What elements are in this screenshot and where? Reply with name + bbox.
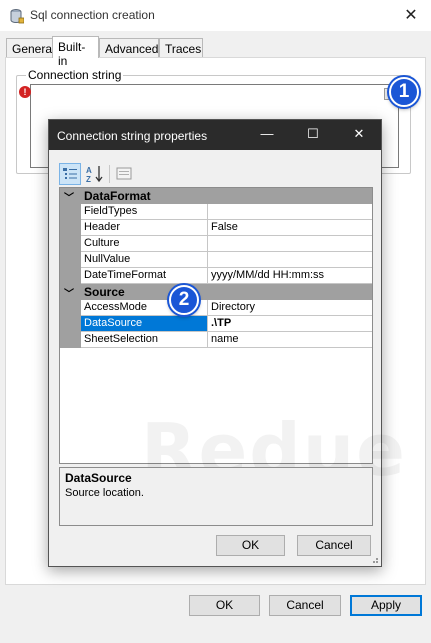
property-name: FieldTypes xyxy=(81,204,208,220)
cancel-button[interactable]: Cancel xyxy=(269,595,341,616)
dialog-ok-button[interactable]: OK xyxy=(216,535,285,556)
tab-general[interactable]: General xyxy=(6,38,55,58)
property-row[interactable]: Header False xyxy=(60,220,372,236)
property-name: NullValue xyxy=(81,252,208,268)
dialog-title: Connection string properties xyxy=(57,129,208,143)
property-name: DataSource xyxy=(81,316,208,332)
dialog-maximize-button[interactable]: ☐ xyxy=(306,126,320,142)
property-name: Culture xyxy=(81,236,208,252)
tab-traces[interactable]: Traces xyxy=(159,38,203,58)
row-gutter xyxy=(60,236,81,252)
alphabetical-view-button[interactable]: A Z xyxy=(84,163,106,185)
property-name: DateTimeFormat xyxy=(81,268,208,284)
row-gutter xyxy=(60,252,81,268)
resize-grip-icon[interactable] xyxy=(370,555,379,564)
step-badge-1: 1 xyxy=(389,77,419,107)
property-value[interactable]: False xyxy=(208,220,372,236)
categorized-view-button[interactable] xyxy=(59,163,81,185)
property-row-selected[interactable]: DataSource .\TP xyxy=(60,316,372,332)
error-icon: ! xyxy=(19,86,31,98)
property-row[interactable]: AccessMode Directory xyxy=(60,300,372,316)
tab-advanced[interactable]: Advanced xyxy=(99,38,159,58)
category-name: Source xyxy=(84,285,125,299)
property-row[interactable]: DateTimeFormat yyyy/MM/dd HH:mm:ss xyxy=(60,268,372,284)
apply-button[interactable]: Apply xyxy=(350,595,422,616)
property-help-pane: DataSource Source location. xyxy=(59,467,373,526)
chevron-down-icon[interactable]: ﹀ xyxy=(64,285,74,300)
property-value[interactable]: Directory xyxy=(208,300,372,316)
database-icon xyxy=(10,8,25,24)
property-value[interactable] xyxy=(208,204,372,220)
help-title: DataSource xyxy=(65,471,132,485)
property-grid: ﹀ DataFormat FieldTypes Header False Cul… xyxy=(59,187,373,464)
row-gutter xyxy=(60,300,81,316)
row-gutter xyxy=(60,220,81,236)
window-close-button[interactable]: ✕ xyxy=(401,5,421,25)
dialog-cancel-button[interactable]: Cancel xyxy=(297,535,371,556)
help-description: Source location. xyxy=(65,487,144,499)
sort-az-icon: A Z xyxy=(86,166,103,184)
row-gutter xyxy=(60,268,81,284)
property-row[interactable]: FieldTypes xyxy=(60,204,372,220)
property-row[interactable]: SheetSelection name xyxy=(60,332,372,348)
category-source[interactable]: ﹀ Source xyxy=(60,284,372,300)
connection-string-label: Connection string xyxy=(26,68,124,82)
property-name: Header xyxy=(81,220,208,236)
window-title-bar: Sql connection creation ✕ xyxy=(0,0,431,31)
row-gutter xyxy=(60,204,81,220)
property-value[interactable] xyxy=(208,252,372,268)
ok-button[interactable]: OK xyxy=(189,595,260,616)
window-title: Sql connection creation xyxy=(30,8,155,22)
categorized-icon xyxy=(63,168,77,179)
property-row[interactable]: NullValue xyxy=(60,252,372,268)
step-badge-2: 2 xyxy=(169,285,199,315)
tab-built-in[interactable]: Built-in xyxy=(52,36,99,68)
svg-text:Z: Z xyxy=(86,175,91,184)
connection-properties-dialog: Connection string properties — ☐ ✕ A Z ﹀… xyxy=(48,119,405,567)
category-name: DataFormat xyxy=(84,189,151,203)
property-value[interactable] xyxy=(208,236,372,252)
chevron-down-icon[interactable]: ﹀ xyxy=(64,189,74,204)
property-value[interactable]: name xyxy=(208,332,372,348)
dialog-title-bar: Connection string properties — ☐ ✕ xyxy=(49,120,381,150)
property-row[interactable]: Culture xyxy=(60,236,372,252)
dialog-minimize-button[interactable]: — xyxy=(260,126,274,142)
property-pages-button[interactable] xyxy=(113,163,135,185)
row-gutter xyxy=(60,316,81,332)
dialog-close-button[interactable]: ✕ xyxy=(352,126,366,142)
svg-text:A: A xyxy=(86,166,92,175)
toolbar-separator xyxy=(109,165,110,183)
property-value[interactable]: yyyy/MM/dd HH:mm:ss xyxy=(208,268,372,284)
property-name: SheetSelection xyxy=(81,332,208,348)
category-dataformat[interactable]: ﹀ DataFormat xyxy=(60,188,372,204)
row-gutter xyxy=(60,332,81,348)
property-value[interactable]: .\TP xyxy=(208,316,372,332)
property-pages-icon xyxy=(116,167,132,180)
